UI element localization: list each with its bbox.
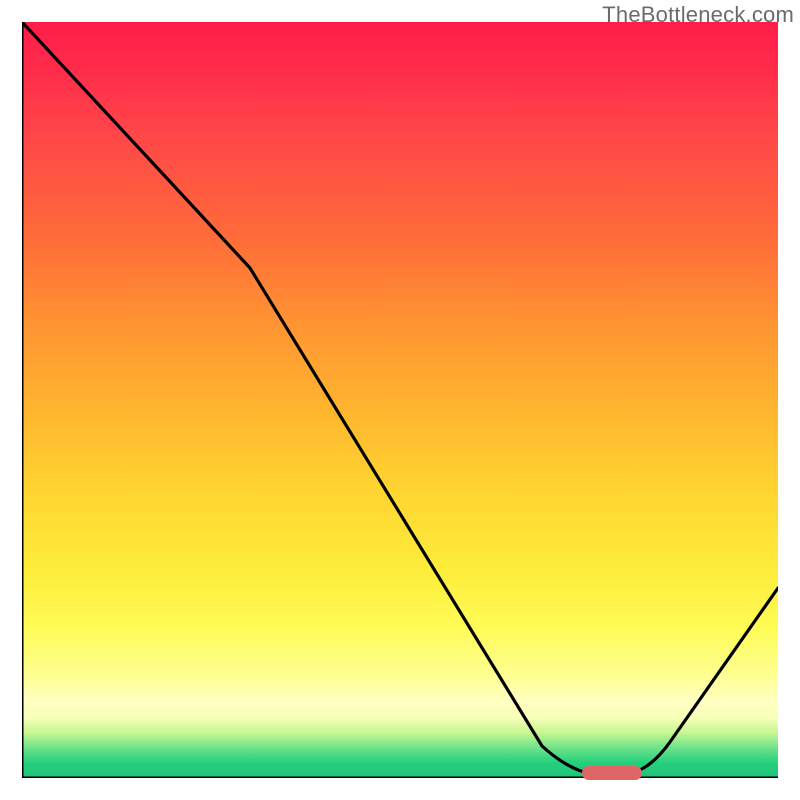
optimal-marker — [582, 766, 642, 780]
gradient-background — [22, 22, 778, 778]
plot-area — [22, 22, 778, 778]
